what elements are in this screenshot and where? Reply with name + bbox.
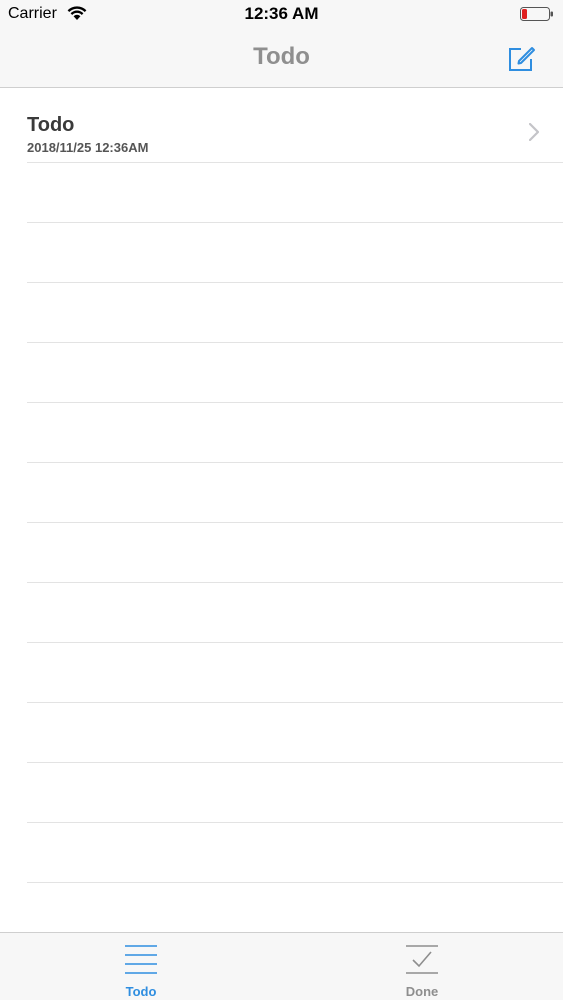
tab-todo[interactable]: Todo bbox=[81, 933, 201, 1000]
navigation-bar: Todo bbox=[0, 30, 563, 88]
empty-row bbox=[27, 163, 563, 223]
list-item[interactable]: Todo 2018/11/25 12:36AM bbox=[27, 88, 563, 163]
tab-done[interactable]: Done bbox=[362, 933, 482, 1000]
empty-row bbox=[27, 223, 563, 283]
tab-done-label: Done bbox=[405, 984, 439, 999]
chevron-right-icon bbox=[528, 122, 540, 146]
empty-row bbox=[27, 463, 563, 523]
list-icon bbox=[124, 943, 158, 982]
empty-row bbox=[27, 643, 563, 703]
empty-row bbox=[27, 763, 563, 823]
tab-bar: Todo Done bbox=[0, 932, 563, 1000]
empty-row bbox=[27, 703, 563, 763]
app-screen: Carrier 12:36 AM Todo Todo 2018/11/25 12… bbox=[0, 0, 563, 1000]
compose-icon bbox=[509, 47, 535, 71]
status-bar: Carrier 12:36 AM bbox=[0, 0, 563, 30]
list-item-date: 2018/11/25 12:36AM bbox=[27, 140, 149, 155]
empty-row bbox=[27, 343, 563, 403]
compose-button[interactable] bbox=[506, 44, 536, 74]
empty-row bbox=[27, 583, 563, 643]
todo-list: Todo 2018/11/25 12:36AM bbox=[0, 88, 563, 931]
page-title: Todo bbox=[253, 43, 310, 70]
empty-row bbox=[27, 523, 563, 583]
battery-low-icon bbox=[520, 6, 554, 27]
empty-row bbox=[27, 403, 563, 463]
checkmark-icon bbox=[405, 943, 439, 982]
empty-row bbox=[27, 283, 563, 343]
tab-todo-label: Todo bbox=[125, 984, 157, 999]
list-item-title: Todo bbox=[27, 114, 75, 136]
empty-row bbox=[27, 823, 563, 883]
status-time: 12:36 AM bbox=[244, 4, 319, 23]
